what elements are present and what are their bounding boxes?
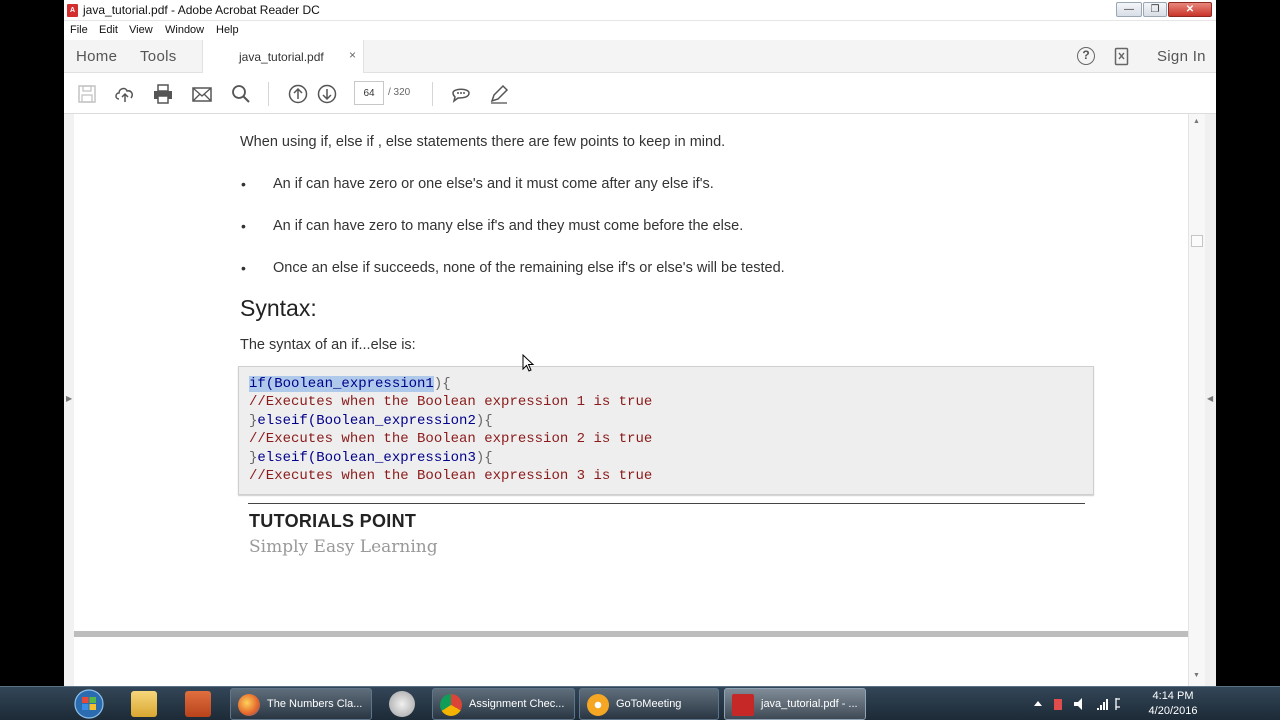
page-up-icon[interactable] bbox=[287, 83, 309, 105]
taskbar: The Numbers Cla... Assignment Chec... Go… bbox=[0, 686, 1280, 720]
clock-time[interactable]: 4:14 PM bbox=[1143, 690, 1203, 702]
code-comment: //Executes when the Boolean expression 2… bbox=[249, 431, 653, 447]
bullet-text: Once an else if succeeds, none of the re… bbox=[273, 260, 785, 276]
action-center-icon[interactable] bbox=[1115, 698, 1120, 710]
left-panel-toggle[interactable]: ▶ bbox=[64, 114, 74, 686]
brand-tagline: Simply Easy Learning bbox=[249, 537, 438, 557]
acrobat-icon: A bbox=[67, 4, 78, 17]
code-comment: //Executes when the Boolean expression 3… bbox=[249, 468, 653, 484]
scroll-thumb[interactable] bbox=[1191, 235, 1203, 247]
bullet-text: An if can have zero or one else's and it… bbox=[273, 176, 714, 192]
code-line: }elseif(Boolean_expression3){ bbox=[249, 450, 493, 466]
taskbar-button-label: java_tutorial.pdf - ... bbox=[761, 698, 858, 710]
taskbar-button[interactable]: Assignment Chec... bbox=[432, 688, 575, 720]
syntax-intro: The syntax of an if...else is: bbox=[240, 337, 416, 353]
tab-document-label: java_tutorial.pdf bbox=[239, 50, 324, 64]
bullet-icon: • bbox=[241, 176, 246, 192]
pen-icon[interactable] bbox=[488, 83, 510, 105]
acrobat-icon bbox=[732, 694, 754, 716]
code-line: if(Boolean_expression1){ bbox=[249, 376, 451, 392]
right-panel-toggle[interactable]: ◀ bbox=[1205, 114, 1216, 686]
search-icon[interactable] bbox=[230, 83, 252, 105]
taskbar-button[interactable]: GoToMeeting bbox=[579, 688, 719, 720]
snipping-tool-icon[interactable] bbox=[389, 691, 415, 717]
firefox-icon bbox=[238, 694, 260, 716]
code-keyword: elseif(Boolean_expression2 bbox=[257, 413, 476, 429]
code-punct: ){ bbox=[433, 376, 451, 392]
taskbar-button[interactable]: The Numbers Cla... bbox=[230, 688, 372, 720]
code-line: }elseif(Boolean_expression2){ bbox=[249, 413, 493, 429]
mouse-cursor-icon bbox=[522, 354, 535, 372]
gotomeeting-icon bbox=[587, 694, 609, 716]
taskbar-button-label: Assignment Chec... bbox=[469, 698, 565, 710]
expand-right-icon[interactable]: ◀ bbox=[1207, 394, 1213, 403]
menu-edit[interactable]: Edit bbox=[99, 24, 118, 36]
scroll-up-icon[interactable]: ▲ bbox=[1193, 118, 1200, 125]
code-block: if(Boolean_expression1){ //Executes when… bbox=[238, 366, 1094, 495]
footer-divider bbox=[248, 503, 1085, 504]
menu-help[interactable]: Help bbox=[216, 24, 239, 36]
acrobat-window: A java_tutorial.pdf - Adobe Acrobat Read… bbox=[64, 0, 1216, 686]
bullet-text: An if can have zero to many else if's an… bbox=[273, 218, 744, 234]
menu-window[interactable]: Window bbox=[165, 24, 204, 36]
code-selection[interactable]: if(Boolean_expression1 bbox=[249, 376, 434, 392]
network-icon[interactable] bbox=[1097, 699, 1108, 710]
menu-file[interactable]: File bbox=[70, 24, 88, 36]
chrome-icon bbox=[440, 694, 462, 716]
doc-intro: When using if, else if , else statements… bbox=[240, 134, 726, 150]
start-button[interactable] bbox=[70, 688, 108, 720]
tab-home[interactable]: Home bbox=[76, 48, 117, 65]
tab-tools[interactable]: Tools bbox=[140, 48, 177, 65]
page-down-icon[interactable] bbox=[316, 83, 338, 105]
menu-view[interactable]: View bbox=[129, 24, 153, 36]
expand-left-icon[interactable]: ▶ bbox=[66, 394, 72, 403]
toolbar: / 320 bbox=[64, 73, 1216, 114]
page-number-input[interactable] bbox=[354, 81, 384, 105]
taskbar-button-label: The Numbers Cla... bbox=[267, 698, 363, 710]
document-viewport[interactable]: ▶ When using if, else if , else statemen… bbox=[64, 114, 1216, 686]
print-icon[interactable] bbox=[152, 83, 174, 105]
window-title: java_tutorial.pdf - Adobe Acrobat Reader… bbox=[83, 3, 320, 17]
mobile-link-icon[interactable] bbox=[1114, 47, 1130, 66]
tray-app-icon[interactable] bbox=[1054, 699, 1062, 710]
clock-date[interactable]: 4/20/2016 bbox=[1143, 705, 1203, 717]
upload-icon[interactable] bbox=[114, 83, 136, 105]
tab-bar: Home Tools java_tutorial.pdf × ? Sign In bbox=[64, 40, 1216, 73]
brand-name: TUTORIALS POINT bbox=[249, 511, 417, 531]
bullet-icon: • bbox=[241, 218, 246, 234]
tab-document[interactable]: java_tutorial.pdf × bbox=[202, 40, 364, 73]
toolbar-divider bbox=[268, 82, 269, 106]
menu-bar: File Edit View Window Help bbox=[64, 21, 1216, 40]
close-tab-icon[interactable]: × bbox=[349, 48, 356, 62]
code-punct: ){ bbox=[475, 450, 493, 466]
minimize-button[interactable]: — bbox=[1116, 2, 1142, 17]
code-keyword: elseif(Boolean_expression3 bbox=[257, 450, 476, 466]
next-page bbox=[74, 637, 1188, 686]
vertical-scrollbar[interactable]: ▲ ▼ bbox=[1188, 114, 1205, 686]
show-hidden-icons-icon[interactable] bbox=[1034, 701, 1042, 706]
help-icon[interactable]: ? bbox=[1077, 47, 1095, 65]
code-comment: //Executes when the Boolean expression 1… bbox=[249, 394, 653, 410]
taskbar-button-label: GoToMeeting bbox=[616, 698, 682, 710]
title-bar: A java_tutorial.pdf - Adobe Acrobat Read… bbox=[64, 0, 1216, 21]
file-explorer-icon[interactable] bbox=[131, 691, 157, 717]
close-button[interactable]: ✕ bbox=[1168, 2, 1212, 17]
email-icon[interactable] bbox=[191, 83, 213, 105]
comment-icon[interactable] bbox=[450, 83, 472, 105]
save-icon[interactable] bbox=[76, 83, 98, 105]
volume-icon[interactable] bbox=[1074, 698, 1082, 710]
bullet-icon: • bbox=[241, 260, 246, 276]
code-punct: ){ bbox=[475, 413, 493, 429]
maximize-button[interactable]: ❐ bbox=[1143, 2, 1167, 17]
scroll-down-icon[interactable]: ▼ bbox=[1193, 672, 1200, 679]
system-tray bbox=[1034, 698, 1120, 710]
syntax-heading: Syntax: bbox=[240, 295, 317, 321]
taskbar-button-active[interactable]: java_tutorial.pdf - ... bbox=[724, 688, 866, 720]
sign-in-link[interactable]: Sign In bbox=[1157, 48, 1206, 65]
media-player-icon[interactable] bbox=[185, 691, 211, 717]
toolbar-divider bbox=[432, 82, 433, 106]
page-total: / 320 bbox=[388, 87, 411, 98]
